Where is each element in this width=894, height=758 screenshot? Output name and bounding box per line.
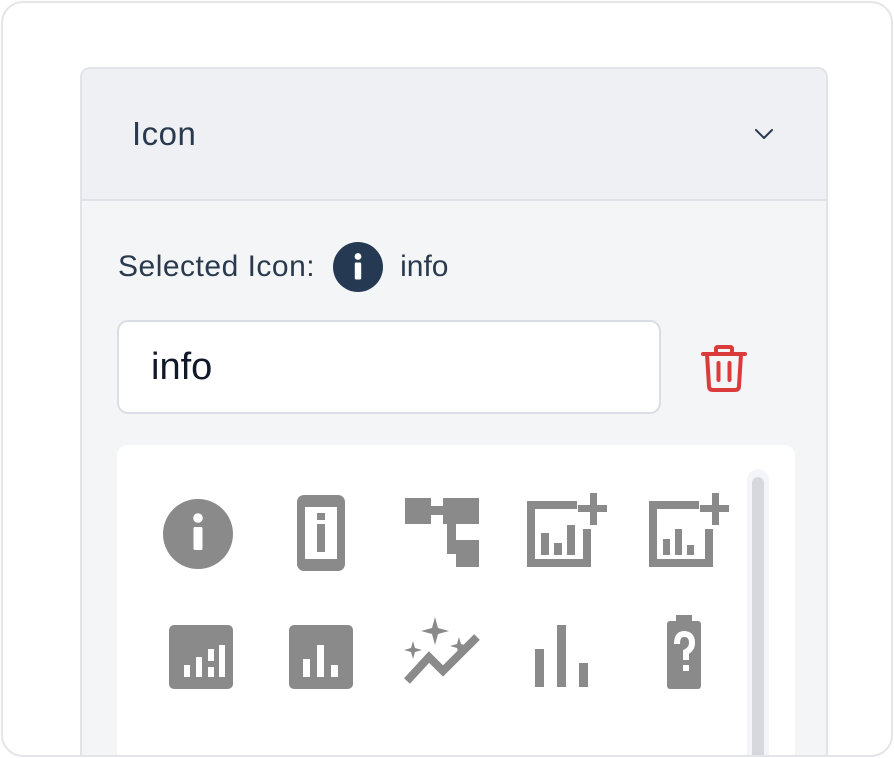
add-chart-icon [527,493,607,567]
add-chart-outline-icon [649,493,729,567]
info-circle-icon [333,242,384,292]
info-icon [163,499,233,569]
selected-icon-row: Selected Icon: info [118,242,449,292]
info-icon-option[interactable] [153,489,243,579]
bar-chart-icon [535,625,588,687]
icon-picker-card: Icon Selected Icon: info [1,1,893,757]
add-chart-outline-icon-option[interactable] [639,489,729,579]
analytics-icon [169,625,233,689]
selected-icon-name: info [400,250,449,283]
trash-icon[interactable] [699,343,749,393]
selected-icon-label: Selected Icon: [118,250,316,283]
mobile-info-icon [297,495,345,571]
icon-section-panel: Icon Selected Icon: info [80,67,828,755]
bar-chart-icon-option[interactable] [517,609,607,699]
chevron-down-icon[interactable] [754,127,774,141]
auto-graph-icon [404,617,480,684]
battery-unknown-icon [667,615,701,689]
section-title: Icon [132,115,197,152]
analytics-icon-option[interactable] [153,609,243,699]
account-tree-icon [405,498,479,567]
icon-grid-scrollbar[interactable] [747,469,769,755]
icon-section-header[interactable]: Icon [82,69,826,201]
scrollbar-thumb[interactable] [752,477,764,755]
bar-chart-box-icon [289,625,353,689]
mobile-info-icon-option[interactable] [275,489,365,579]
auto-graph-icon-option[interactable] [397,609,487,699]
icon-search-input[interactable] [117,320,661,414]
add-chart-icon-option[interactable] [517,489,607,579]
battery-unknown-icon-option[interactable] [639,609,729,699]
icon-grid [117,445,795,755]
account-tree-icon-option[interactable] [397,489,487,579]
bar-chart-box-icon-option[interactable] [275,609,365,699]
